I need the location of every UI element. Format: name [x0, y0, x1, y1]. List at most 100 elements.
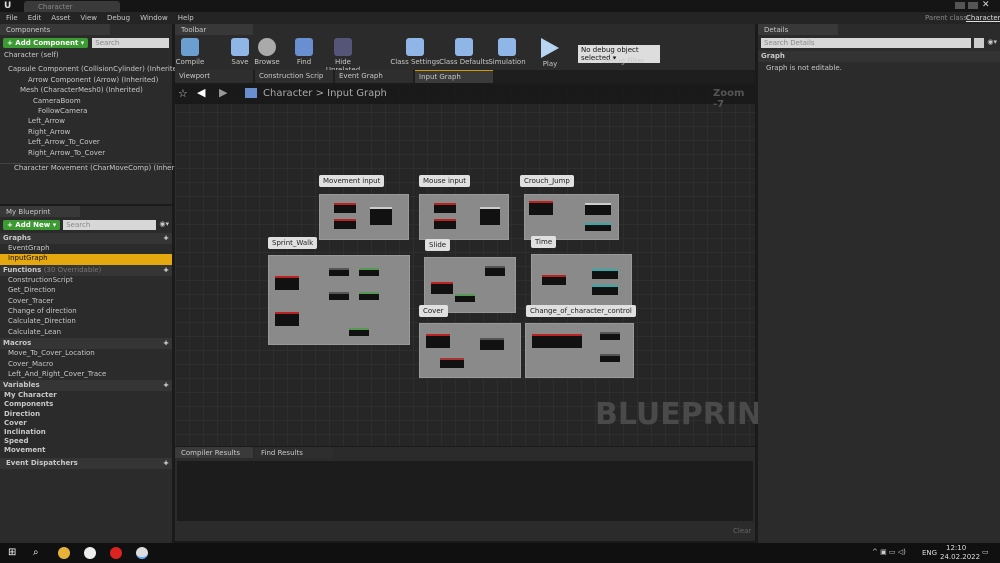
windows-start-icon[interactable]: ⊞ [8, 547, 16, 558]
function-item[interactable]: Get_Direction [0, 286, 172, 296]
variable-category[interactable]: Movement [0, 446, 172, 455]
play-button[interactable]: Play [530, 38, 570, 68]
comment-box[interactable] [524, 194, 619, 240]
browse-button[interactable]: Browse [247, 38, 287, 66]
component-item[interactable]: Left_Arrow_To_Cover [0, 138, 172, 148]
component-item[interactable]: Right_Arrow_To_Cover [0, 149, 172, 159]
tab-construction-script[interactable]: Construction Scrip [255, 70, 333, 83]
component-item[interactable]: Character Movement (CharMoveComp) (Inher… [0, 162, 191, 173]
functions-section[interactable]: Functions (30 Overridable) + [0, 264, 172, 276]
close-button[interactable]: ✕ [982, 0, 990, 10]
compile-button[interactable]: Compile [170, 38, 210, 66]
component-item[interactable]: Capsule Component (CollisionCylinder) (I… [0, 65, 184, 75]
add-function-button[interactable]: + [163, 266, 169, 275]
visibility-eye-icon[interactable]: ◉▾ [159, 220, 169, 230]
tray-icons[interactable]: ^ ▣ ▭ ◁) [872, 548, 906, 556]
tab-find-results[interactable]: Find Results [255, 447, 333, 458]
variables-section[interactable]: Variables + [0, 380, 172, 392]
comment-cover[interactable]: Cover [419, 305, 448, 317]
chrome-icon[interactable] [58, 547, 70, 559]
details-tab[interactable]: Details [758, 24, 838, 35]
comment-crouch-jump[interactable]: Crouch_Jump [520, 175, 574, 187]
comment-box[interactable] [525, 323, 634, 378]
variable-category[interactable]: Cover [0, 419, 172, 428]
tab-input-graph[interactable]: Input Graph [415, 70, 493, 83]
parent-class-link[interactable]: Character [966, 14, 1000, 22]
comment-movement-input[interactable]: Movement input [319, 175, 385, 187]
menu-file[interactable]: File [6, 14, 18, 22]
search-icon[interactable]: ⌕ [33, 547, 39, 558]
document-tab[interactable]: Character [24, 1, 120, 12]
visibility-eye-icon[interactable]: ◉▾ [987, 38, 997, 48]
notifications-icon[interactable]: ▭ [982, 548, 989, 556]
add-graph-button[interactable]: + [163, 234, 169, 243]
macro-item[interactable]: Cover_Macro [0, 360, 172, 370]
maximize-button[interactable] [968, 2, 978, 9]
my-blueprint-tab[interactable]: My Blueprint [0, 206, 80, 217]
variable-category[interactable]: Inclination [0, 428, 172, 437]
graph-item-eventgraph[interactable]: EventGraph [0, 244, 172, 254]
tab-viewport[interactable]: Viewport [175, 70, 253, 83]
comment-box[interactable] [319, 194, 409, 240]
component-item[interactable]: Arrow Component (Arrow) (Inherited) [0, 76, 172, 86]
component-item[interactable]: Right_Arrow [0, 128, 172, 138]
class-defaults-button[interactable]: Class Defaults [439, 38, 489, 66]
menu-debug[interactable]: Debug [107, 14, 130, 22]
component-item[interactable]: Mesh (CharacterMesh0) (Inherited) [0, 86, 172, 96]
component-item[interactable]: Left_Arrow [0, 117, 172, 127]
menu-view[interactable]: View [80, 14, 97, 22]
comment-sprint-walk[interactable]: Sprint_Walk [268, 237, 318, 249]
favorite-star-icon[interactable]: ☆ [178, 87, 188, 100]
clear-button[interactable]: Clear [733, 527, 751, 535]
menu-window[interactable]: Window [140, 14, 168, 22]
function-item[interactable]: ConstructionScript [0, 276, 172, 286]
hide-unrelated-button[interactable]: Hide Unrelated [318, 38, 368, 74]
component-item[interactable]: FollowCamera [0, 107, 172, 117]
tab-event-graph[interactable]: Event Graph [335, 70, 413, 83]
component-self[interactable]: Character (self) [0, 51, 172, 61]
variable-category[interactable]: Speed [0, 437, 172, 446]
components-search-input[interactable]: Search [92, 38, 169, 48]
macros-section[interactable]: Macros + [0, 338, 172, 350]
function-item[interactable]: Calculate_Direction [0, 317, 172, 327]
add-component-button[interactable]: + Add Component ▾ [3, 38, 89, 48]
add-macro-button[interactable]: + [163, 339, 169, 348]
comment-slide[interactable]: Slide [425, 239, 451, 251]
comment-mouse-input[interactable]: Mouse input [419, 175, 470, 187]
component-item[interactable]: CameraBoom [0, 97, 172, 107]
tab-compiler-results[interactable]: Compiler Results [175, 447, 253, 458]
blueprint-graph-canvas[interactable]: ☆ ◀ ▶ Character > Input Graph Zoom -7 BL… [175, 84, 783, 446]
comment-box[interactable] [531, 254, 632, 310]
comment-box[interactable] [419, 194, 509, 240]
graph-item-inputgraph[interactable]: InputGraph [0, 254, 172, 265]
menu-help[interactable]: Help [178, 14, 194, 22]
variable-category[interactable]: Direction [0, 410, 172, 419]
minimize-button[interactable] [955, 2, 965, 9]
unreal-engine-icon[interactable] [136, 547, 148, 559]
add-new-button[interactable]: + Add New ▾ [3, 220, 61, 230]
back-arrow-icon[interactable]: ◀ [197, 86, 205, 99]
macro-item[interactable]: Move_To_Cover_Location [0, 349, 172, 359]
menu-asset[interactable]: Asset [51, 14, 70, 22]
details-search-input[interactable]: Search Details [761, 38, 972, 48]
event-dispatchers-section[interactable]: Event Dispatchers + [0, 457, 172, 469]
clock-date[interactable]: 24.02.2022 [940, 553, 980, 561]
language-indicator[interactable]: ENG [922, 549, 937, 557]
comment-change-of-character-control[interactable]: Change_of_character_control [526, 305, 636, 317]
clock-time[interactable]: 12:10 [946, 544, 966, 552]
function-item[interactable]: Cover_Tracer [0, 297, 172, 307]
yandex-icon[interactable] [84, 547, 96, 559]
function-item[interactable]: Change of direction [0, 307, 172, 317]
breadcrumb-root[interactable]: Character [263, 88, 312, 99]
variable-category[interactable]: Components [0, 400, 172, 409]
function-item[interactable]: Calculate_Lean [0, 328, 172, 338]
comment-box[interactable] [268, 255, 410, 345]
variable-category[interactable]: My Character [0, 391, 172, 400]
forward-arrow-icon[interactable]: ▶ [219, 86, 227, 99]
simulation-button[interactable]: Simulation [487, 38, 527, 66]
my-blueprint-search-input[interactable]: Search [63, 220, 157, 230]
components-tab[interactable]: Components [0, 24, 110, 35]
add-variable-button[interactable]: + [163, 381, 169, 390]
toolbar-tab[interactable]: Toolbar [175, 24, 253, 35]
opera-icon[interactable] [110, 547, 122, 559]
